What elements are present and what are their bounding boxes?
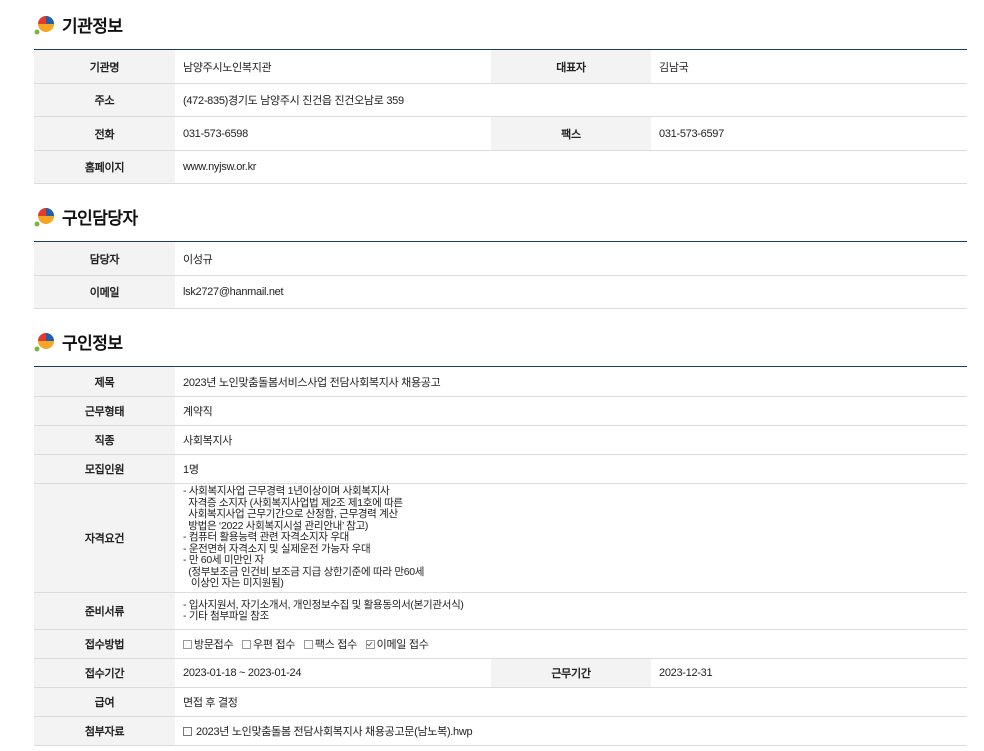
label-org-name: 기관명 (34, 49, 175, 84)
value-method: 방문접수 우편 접수 팩스 접수 이메일 접수 (175, 629, 968, 659)
method-email: 이메일 접수 (365, 636, 429, 652)
section-title-org: 기관정보 (34, 11, 123, 37)
section-logo-icon (34, 333, 54, 352)
qual-line: (정부보조금 인건비 보조금 지급 상한기준에 따라 만60세 (183, 565, 425, 578)
value-documents: - 입사지원서, 자기소개서, 개인정보수집 및 활용동의서(본기관서식) - … (175, 592, 968, 630)
file-icon (183, 727, 192, 736)
section-title-text: 구인담당자 (62, 208, 138, 228)
section-title-text: 구인정보 (62, 333, 123, 353)
qual-line: - 운전면허 자격소지 및 실제운전 가능자 우대 (183, 542, 371, 555)
section-logo-icon (34, 208, 54, 227)
method-mail-label: 우편 접수 (253, 639, 296, 651)
checkbox-checked-icon (365, 639, 375, 649)
value-work-type: 계약직 (175, 396, 968, 426)
checkbox-icon (242, 639, 252, 649)
label-salary: 급여 (34, 687, 175, 717)
value-person: 이성규 (175, 241, 967, 276)
label-email: 이메일 (34, 275, 175, 309)
job-info-table: 제목 2023년 노인맞춤돌봄서비스사업 전담사회복지사 채용공고 근무형태 계… (34, 366, 968, 746)
value-salary: 면접 후 결정 (175, 687, 968, 717)
value-category: 사회복지사 (175, 425, 968, 455)
section-title-text: 기관정보 (62, 16, 123, 36)
section-title-contact: 구인담당자 (34, 203, 138, 229)
value-qualification: - 사회복지사업 근무경력 1년이상이며 사회복지사 자격증 소지자 (사회복지… (175, 483, 968, 593)
label-attachment: 첨부자료 (34, 716, 175, 746)
checkbox-icon (303, 639, 313, 649)
method-visit-label: 방문접수 (194, 639, 234, 651)
label-subject: 제목 (34, 366, 175, 397)
label-fax: 팩스 (491, 116, 651, 151)
value-tel: 031-573-6598 (175, 116, 491, 151)
docs-line: - 기타 첨부파일 참조 (183, 610, 269, 622)
section-title-job: 구인정보 (34, 328, 123, 354)
method-fax: 팩스 접수 (303, 636, 357, 652)
email-link[interactable]: lsk2727@hanmail.net (175, 275, 967, 309)
value-org-name: 남양주시노인복지관 (175, 49, 491, 84)
homepage-link[interactable]: www.nyjsw.or.kr (175, 150, 967, 184)
value-rep: 김남국 (651, 49, 967, 84)
label-period: 접수기간 (34, 658, 175, 688)
docs-line: - 입사지원서, 자기소개서, 개인정보수집 및 활용동의서(본기관서식) (183, 598, 464, 611)
label-homepage: 홈페이지 (34, 150, 175, 184)
attachment-link[interactable]: 2023년 노인맞춤돌봄 전담사회복지사 채용공고문(남노복).hwp (196, 726, 473, 738)
value-count: 1명 (175, 454, 968, 484)
method-email-label: 이메일 접수 (376, 639, 429, 651)
label-category: 직종 (34, 425, 175, 455)
value-work-period: 2023-12-31 (651, 658, 968, 688)
label-qualification: 자격요건 (34, 483, 175, 593)
value-address: (472-835)경기도 남양주시 진건읍 진건오남로 359 (175, 83, 967, 117)
method-visit: 방문접수 (183, 636, 234, 652)
value-period: 2023-01-18 ~ 2023-01-24 (175, 658, 491, 688)
value-attachment: 2023년 노인맞춤돌봄 전담사회복지사 채용공고문(남노복).hwp (175, 716, 968, 746)
label-documents: 준비서류 (34, 592, 175, 630)
value-subject: 2023년 노인맞춤돌봄서비스사업 전담사회복지사 채용공고 (175, 366, 968, 397)
label-rep: 대표자 (491, 49, 651, 84)
label-person: 담당자 (34, 241, 175, 276)
checkbox-icon (183, 639, 192, 649)
label-address: 주소 (34, 83, 175, 117)
section-logo-icon (34, 16, 54, 35)
org-info-table: 기관명 남양주시노인복지관 대표자 김남국 주소 (472-835)경기도 남양… (34, 49, 967, 184)
contact-info-table: 담당자 이성규 이메일 lsk2727@hanmail.net (34, 241, 967, 309)
qual-line: 이상인 자는 미지원됨) (183, 577, 284, 590)
method-fax-label: 팩스 접수 (314, 639, 357, 651)
method-mail: 우편 접수 (242, 636, 295, 652)
label-count: 모집인원 (34, 454, 175, 484)
label-work-type: 근무형태 (34, 396, 175, 426)
label-work-period: 근무기간 (491, 658, 651, 688)
value-fax: 031-573-6597 (651, 116, 967, 151)
label-method: 접수방법 (34, 629, 175, 659)
label-tel: 전화 (34, 116, 175, 151)
